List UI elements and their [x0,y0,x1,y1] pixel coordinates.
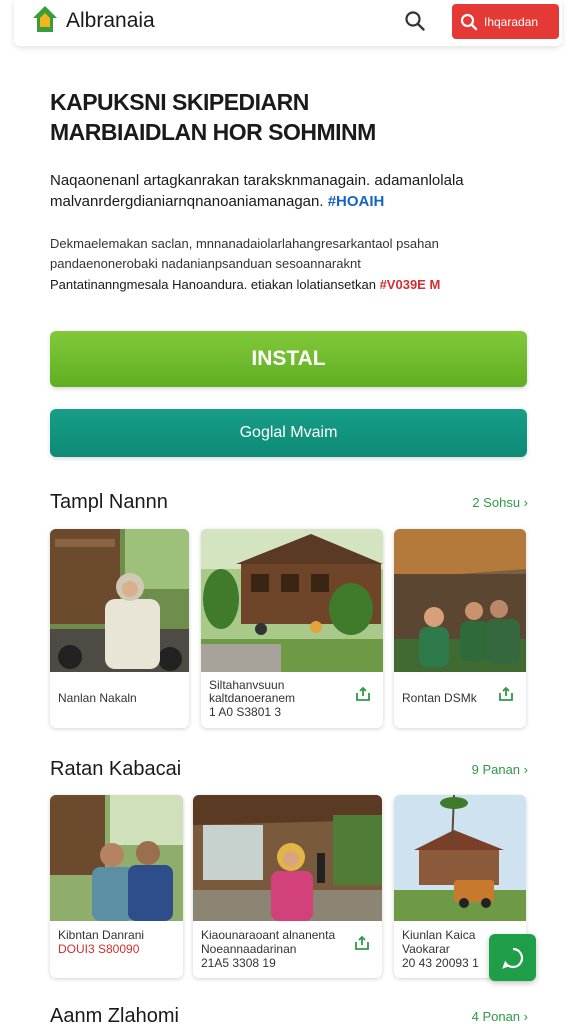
house-logo-icon[interactable] [32,5,58,33]
card-caption-sub: kaltdanoeranem [209,691,296,705]
search-icon[interactable] [404,10,426,32]
card-date: 21A5 3308 19 [201,956,276,970]
description-line2: pandaenonerobaki nadanianpsanduan sesoan… [50,256,361,271]
description-paragraph: Dekmaelemakan saclan, mnnanadaiolarlahan… [50,234,540,274]
info-paragraph: Pantatinanngmesala Hanoandura. etiakan l… [50,275,540,295]
section1-link-label: 2 Sohsu [472,495,521,510]
card-caption: Nanlan Nakaln [58,691,137,705]
card-caption-sub: Vaokarar [402,942,450,956]
section3-see-all-link[interactable]: 4 Ponan › [472,1009,528,1024]
card-price: DOUI3 S80090 [58,942,140,956]
section1-see-all-link[interactable]: 2 Sohsu › [472,495,528,510]
header-cta-label: Ihqaradan [484,14,539,29]
hero-title: KAPUKSNI SKIPEDIARN MARBIAIDLAN HOR SOHM… [50,87,530,147]
chat-fab-button[interactable] [489,934,536,981]
share-icon[interactable] [498,686,514,702]
chat-icon [501,947,523,969]
photo-woman-phone [193,795,382,921]
info-paragraph-tag[interactable]: #V039E M [380,277,441,292]
share-icon[interactable] [355,686,371,702]
hero-title-line2: MARBIAIDLAN HOR SOHMINM [50,119,376,145]
hero-title-line1: KAPUKSNI SKIPEDIARN [50,89,309,115]
secondary-button[interactable]: Goglal Mvaim [50,409,527,457]
photo-two-men [50,795,183,921]
hero-paragraph-text: Naqaonenanl artagkanrakan taraksknmanaga… [50,172,464,210]
photo-people-porch [394,529,526,672]
header-cta-button[interactable]: Ihqaradan [452,4,559,39]
section1-card-2[interactable]: Siltahanvsuun kaltdanoeranem 1 A0 S3801 … [201,529,383,728]
section1-card-3[interactable]: Rontan DSMk [394,529,526,728]
photo-village-truck [394,795,526,921]
install-button[interactable]: INSTAL [50,331,527,387]
photo-wooden-house [201,529,383,672]
card-caption: Kiunlan Kaica [402,928,476,942]
card-caption: Rontan DSMk [402,691,477,705]
section2-card-2[interactable]: Kiaounaraoant alnanenta Noeannaadarinan … [193,795,382,978]
hero-paragraph: Naqaonenanl artagkanrakan taraksknmanaga… [50,170,540,212]
top-header: Albranaia Ihqaradan [14,0,562,46]
section3-link-label: 4 Ponan [471,1009,521,1024]
card-date: 1 A0 S3801 3 [209,705,282,719]
info-paragraph-text: Pantatinanngmesala Hanoandura. etiakan l… [50,277,376,292]
section2-title: Ratan Kabacai [50,758,182,780]
brand-name: Albranaia [66,9,155,32]
search-icon [460,13,478,30]
section2-see-all-link[interactable]: 9 Panan › [472,762,528,777]
section2-link-label: 9 Panan [471,762,521,777]
section1-title: Tampl Nannn [50,491,168,513]
card-caption-sub: Noeannaadarinan [201,942,297,956]
section1-card-1[interactable]: Nanlan Nakaln [50,529,189,728]
hero-paragraph-tag[interactable]: #HOAIH [328,193,385,210]
photo-woman-motorbike [50,529,189,672]
section2-card-1[interactable]: Kibntan Danrani DOUI3 S80090 [50,795,183,978]
card-date: 20 43 20093 1 [402,956,479,970]
card-caption: Kiaounaraoant alnanenta [201,928,336,942]
section3-title: Aanm Zlahomi [50,1005,179,1024]
description-line1: Dekmaelemakan saclan, mnnanadaiolarlahan… [50,236,439,251]
card-caption: Kibntan Danrani [58,928,145,942]
share-icon[interactable] [354,935,370,951]
